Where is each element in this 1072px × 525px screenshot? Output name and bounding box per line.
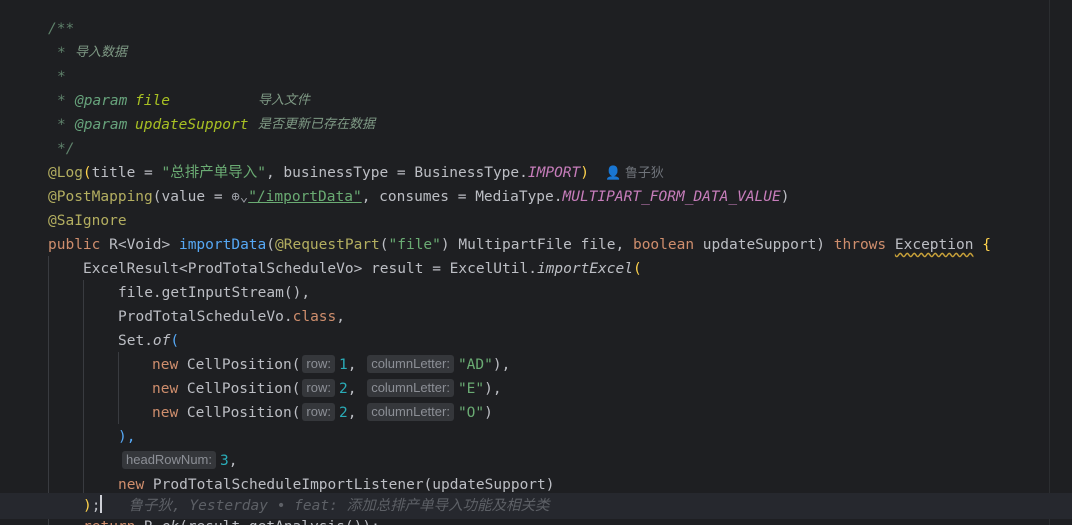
text-caret <box>100 495 103 513</box>
code-line[interactable]: new CellPosition(row: 2, columnLetter: "E"… <box>0 377 1072 401</box>
author-inlay: 👤 鲁子狄 <box>605 165 664 180</box>
code-line[interactable]: Set.of( <box>0 329 1072 353</box>
doc-star: * <box>57 93 66 109</box>
code-line[interactable]: * @param updateSupport 是否更新已存在数据 <box>0 113 1072 137</box>
code-editor[interactable]: /** * 导入数据 * * @param file 导入文件 * @param… <box>0 0 1072 525</box>
headrownum-line: headRowNum: 3, <box>122 449 237 473</box>
code-line[interactable]: ProdTotalScheduleVo.class, <box>0 305 1072 329</box>
param-hint-row: row: <box>302 379 335 397</box>
cellposition-line: new CellPosition(row: 2, columnLetter: "O"… <box>152 403 493 421</box>
code-line[interactable]: new CellPosition(row: 1, columnLetter: "AD… <box>0 353 1072 377</box>
param-hint-column: columnLetter: <box>367 403 454 421</box>
doc-comment-close: */ <box>57 141 75 157</box>
doc-param-desc: 是否更新已存在数据 <box>258 117 376 132</box>
set-of-line: Set.of( <box>118 333 180 349</box>
doc-summary: 导入数据 <box>75 45 128 60</box>
postmapping-line: @PostMapping(value = ⊕⌄"/importData", co… <box>48 189 790 205</box>
doc-param-name: file <box>135 93 170 109</box>
code-line[interactable]: */ <box>0 137 1072 161</box>
code-line[interactable]: return R.ok(result.getAnalysis()); <box>0 515 1072 525</box>
endpoint-link[interactable]: "/importData" <box>248 189 362 205</box>
code-line[interactable]: public R<Void> importData(@RequestPart("… <box>0 233 1072 257</box>
code-line[interactable]: @SaIgnore <box>0 209 1072 233</box>
return-line: return R.ok(result.getAnalysis()); <box>83 515 380 525</box>
globe-icon[interactable]: ⊕⌄ <box>231 189 248 205</box>
git-blame-annotation: 鲁子狄, Yesterday • feat: 添加总排产单导入功能及相关类 <box>128 498 550 514</box>
param-hint-column: columnLetter: <box>367 379 454 397</box>
param-hint-row: row: <box>302 403 335 421</box>
param-hint-row: row: <box>302 355 335 373</box>
inputstream-line: file.getInputStream(), <box>118 285 311 301</box>
doc-param-name: updateSupport <box>135 117 249 133</box>
code-line[interactable]: /** <box>0 17 1072 41</box>
code-line[interactable]: file.getInputStream(), <box>0 281 1072 305</box>
method-name: importData <box>178 237 267 253</box>
set-close: ), <box>118 429 136 445</box>
code-line[interactable]: * <box>0 65 1072 89</box>
saignore-annotation: @SaIgnore <box>48 213 127 229</box>
code-line[interactable]: ExcelResult<ProdTotalScheduleVo> result … <box>0 257 1072 281</box>
log-annotation-line: @Log(title = "总排产单导入", businessType = Bu… <box>48 165 664 181</box>
excelresult-line: ExcelResult<ProdTotalScheduleVo> result … <box>83 261 642 277</box>
doc-param-tag: @param <box>75 117 128 133</box>
code-line[interactable]: @PostMapping(value = ⊕⌄"/importData", co… <box>0 185 1072 209</box>
code-line[interactable]: * 导入数据 <box>0 41 1072 65</box>
cellposition-line: new CellPosition(row: 2, columnLetter: "E"… <box>152 379 502 397</box>
doc-star: * <box>57 45 66 61</box>
code-line[interactable]: @Log(title = "总排产单导入", businessType = Bu… <box>0 161 1072 185</box>
code-line[interactable]: * @param file 导入文件 <box>0 89 1072 113</box>
doc-star: * <box>57 69 66 85</box>
code-line[interactable]: new CellPosition(row: 2, columnLetter: "O"… <box>0 401 1072 425</box>
doc-comment-open: /** <box>48 21 75 37</box>
doc-star: * <box>57 117 66 133</box>
code-line[interactable]: headRowNum: 3, <box>0 449 1072 473</box>
param-hint-headrownum: headRowNum: <box>122 451 216 469</box>
class-arg-line: ProdTotalScheduleVo.class, <box>118 309 345 325</box>
code-line[interactable]: ), <box>0 425 1072 449</box>
cellposition-line: new CellPosition(row: 1, columnLetter: "AD… <box>152 355 511 373</box>
person-icon: 👤 <box>605 165 622 180</box>
doc-param-desc: 导入文件 <box>258 93 311 108</box>
param-hint-column: columnLetter: <box>367 355 454 373</box>
method-signature: public R<Void> importData(@RequestPart("… <box>48 237 991 253</box>
doc-param-tag: @param <box>75 93 128 109</box>
